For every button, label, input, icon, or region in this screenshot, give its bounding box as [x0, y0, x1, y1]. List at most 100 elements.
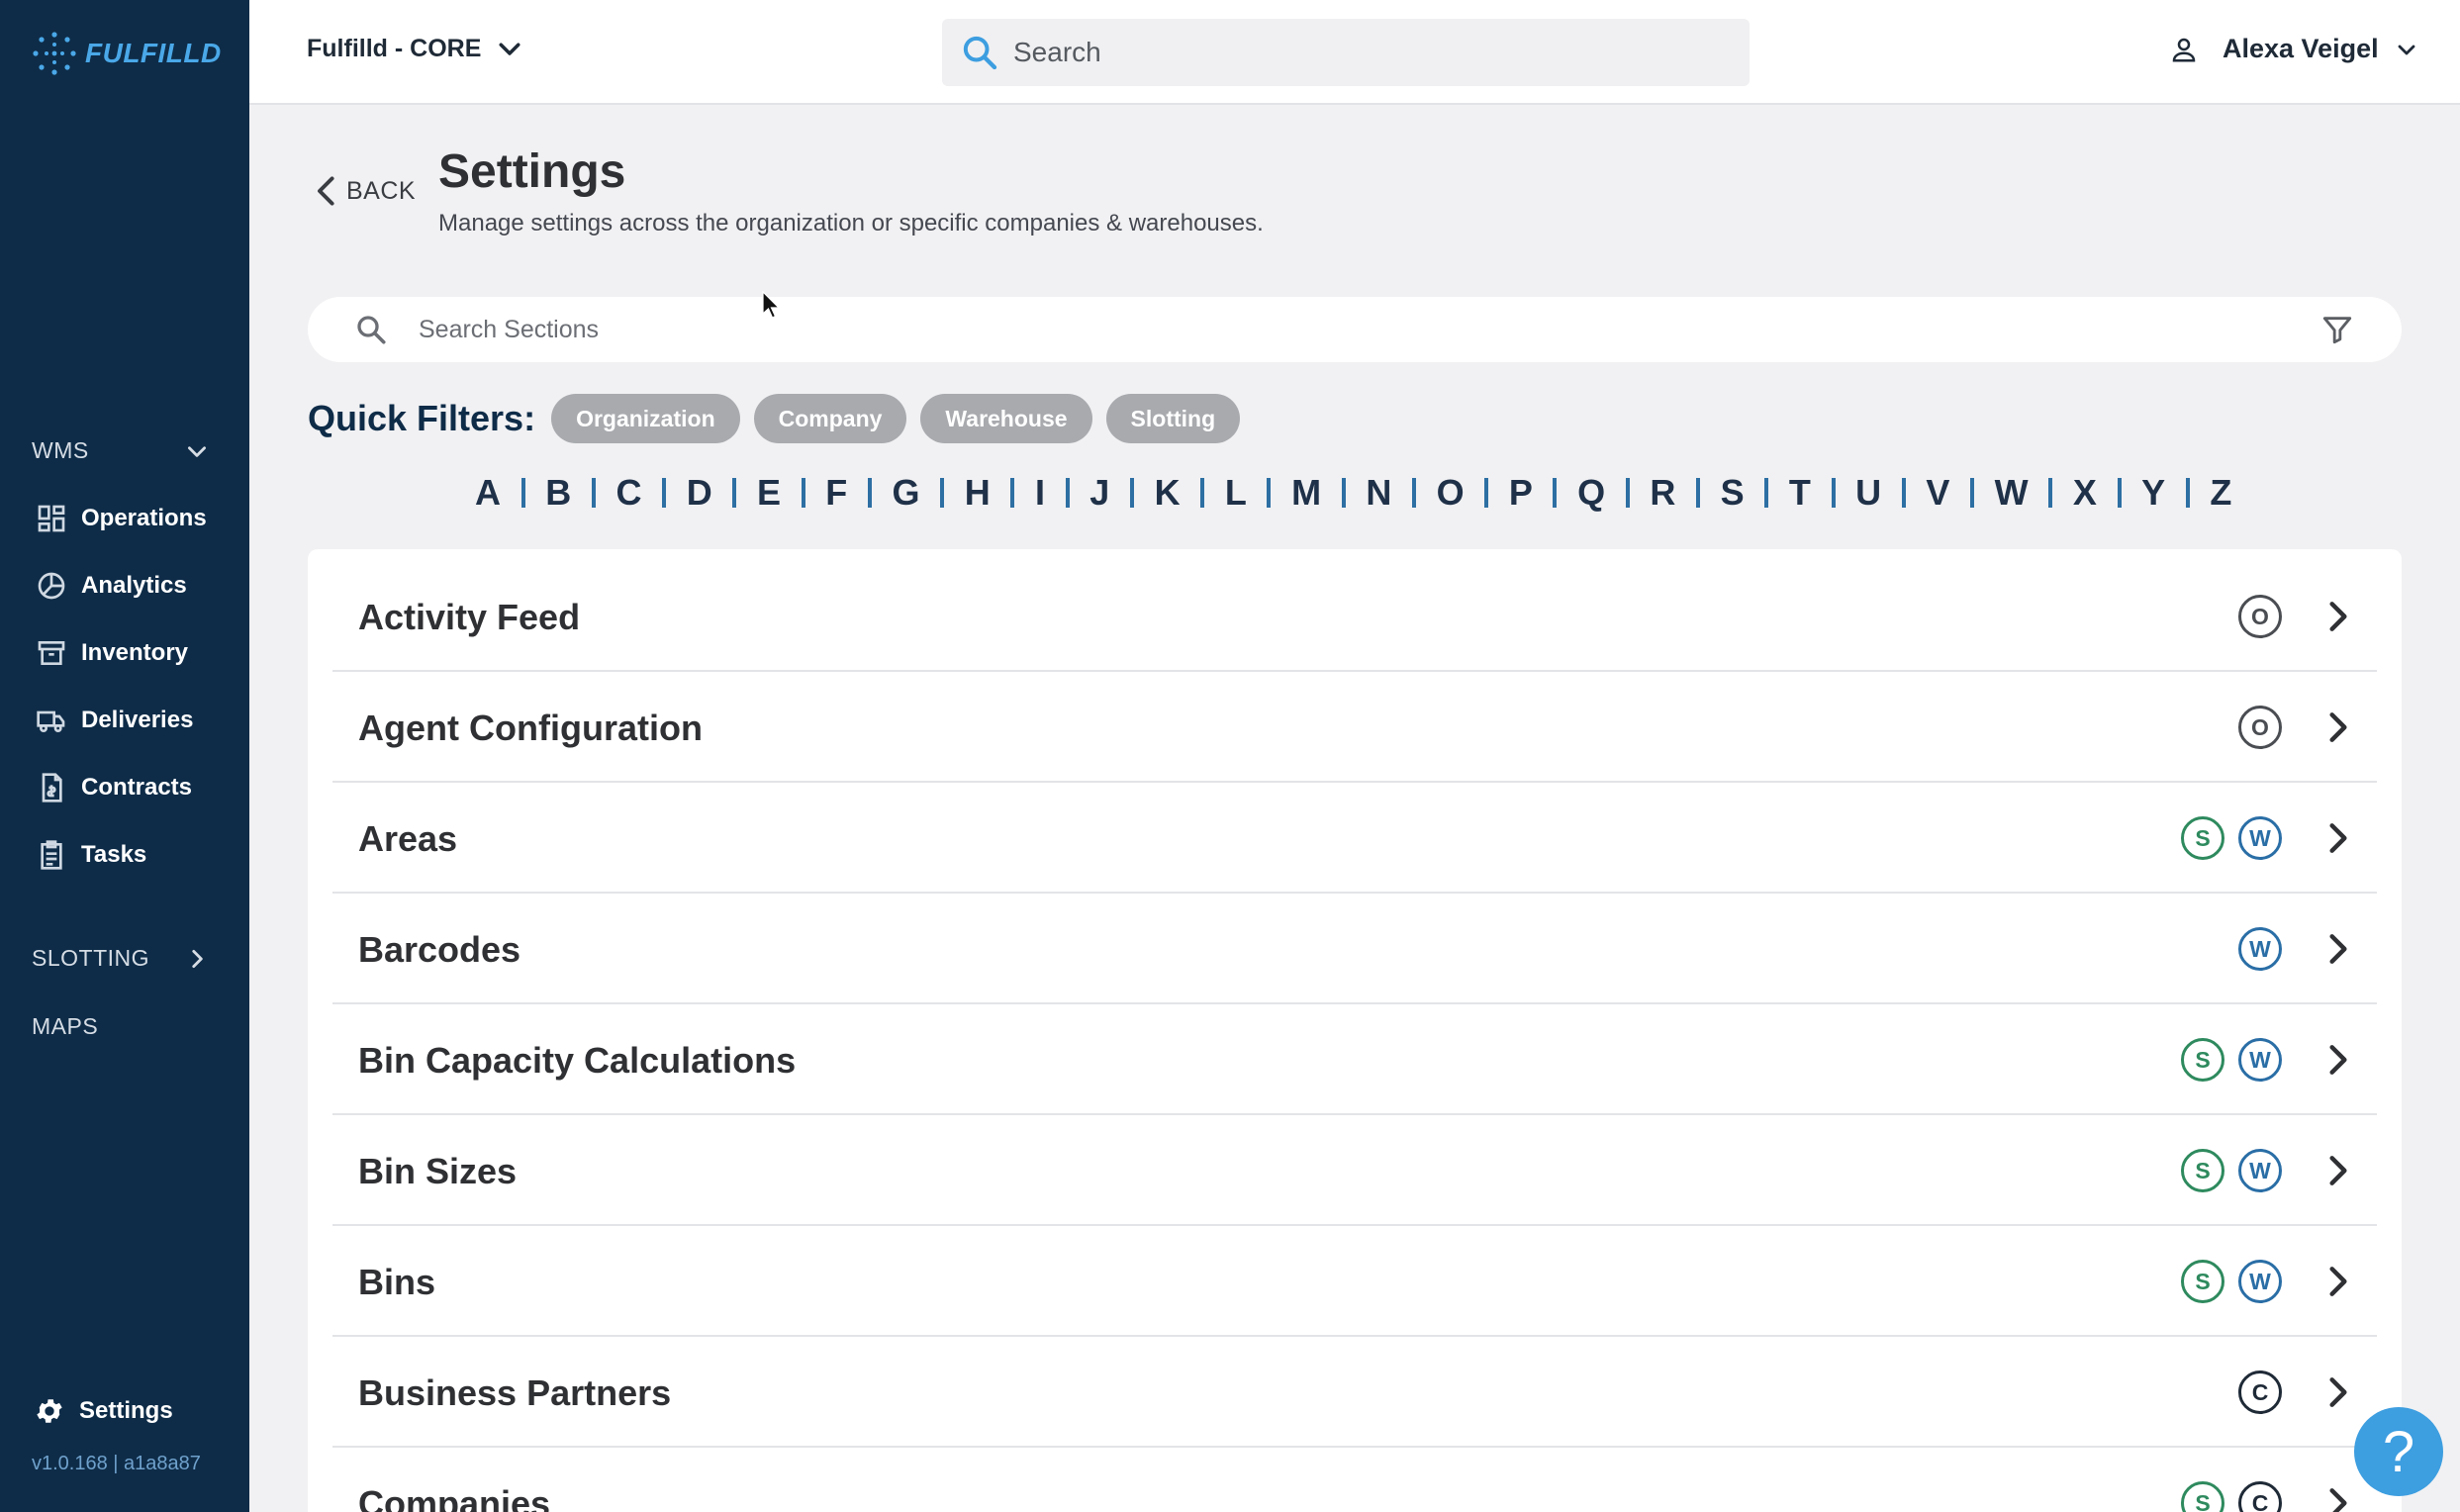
settings-sections-list: Activity Feed O Agent Configuration O Areas S… [308, 549, 2402, 1512]
chevron-down-icon [2398, 45, 2415, 54]
alpha-separator [520, 478, 525, 508]
alpha-letter-m[interactable]: M [1291, 472, 1321, 514]
alpha-letter-s[interactable]: S [1721, 472, 1745, 514]
section-row[interactable]: Barcodes W [332, 894, 2377, 1004]
filter-icon[interactable] [2320, 312, 2354, 347]
alpha-letter-e[interactable]: E [757, 472, 781, 514]
sidebar-item-inventory[interactable]: Inventory [36, 633, 188, 673]
alpha-separator [1696, 478, 1700, 508]
alpha-letter-h[interactable]: H [965, 472, 991, 514]
alpha-letter-d[interactable]: D [687, 472, 712, 514]
alpha-letter-g[interactable]: G [893, 472, 920, 514]
sidebar-section-wms[interactable]: WMS [32, 437, 206, 464]
chevron-right-icon [2329, 1377, 2347, 1407]
filter-chip-organization[interactable]: Organization [551, 394, 740, 443]
scope-badges: O [2224, 706, 2282, 749]
organization-selector-label: Fulfilld - CORE [307, 34, 482, 62]
back-button[interactable]: BACK [313, 174, 416, 208]
search-icon [963, 36, 997, 70]
alpha-separator [1411, 478, 1416, 508]
chevron-right-icon [2329, 712, 2347, 742]
chevron-down-icon [499, 43, 520, 55]
sidebar-item-deliveries[interactable]: Deliveries [36, 701, 193, 740]
global-search[interactable] [942, 19, 1750, 86]
alpha-separator [2185, 478, 2190, 508]
sidebar: FULFILLD WMS Operations Analytics Invent… [0, 0, 249, 1512]
sidebar-item-label: Inventory [81, 639, 189, 666]
alpha-letter-i[interactable]: I [1035, 472, 1045, 514]
alpha-letter-u[interactable]: U [1855, 472, 1881, 514]
alpha-letter-p[interactable]: P [1509, 472, 1533, 514]
section-row[interactable]: Areas S W [332, 783, 2377, 894]
global-search-input[interactable] [1013, 37, 1706, 68]
sidebar-item-operations[interactable]: Operations [36, 499, 207, 538]
alpha-separator [1901, 478, 1906, 508]
alpha-letter-c[interactable]: C [616, 472, 642, 514]
filter-chip-company[interactable]: Company [753, 394, 907, 443]
app-version: v1.0.168 | a1a8a87 [32, 1453, 201, 1474]
brand-logo[interactable]: FULFILLD [30, 28, 222, 79]
alpha-letter-n[interactable]: N [1366, 472, 1391, 514]
mouse-cursor-icon [762, 291, 780, 319]
brand-name: FULFILLD [85, 38, 222, 68]
section-row[interactable]: Companies S C [332, 1448, 2377, 1512]
sidebar-section-maps[interactable]: MAPS [32, 1013, 98, 1040]
sidebar-item-label: Contracts [81, 774, 193, 801]
sidebar-section-slotting[interactable]: SLOTTING [32, 945, 203, 972]
section-row-title: Bin Capacity Calculations [358, 1040, 797, 1081]
dashboard-icon [38, 505, 65, 532]
section-search-input[interactable] [419, 315, 2299, 344]
alpha-separator [1484, 478, 1489, 508]
section-row[interactable]: Bin Sizes S W [332, 1115, 2377, 1226]
section-search[interactable] [308, 297, 2402, 362]
section-row-title: Business Partners [358, 1372, 672, 1413]
section-row[interactable]: Bins S W [332, 1226, 2377, 1337]
help-button[interactable]: ? [2354, 1407, 2443, 1496]
scope-badge-o: O [2238, 706, 2282, 749]
sidebar-item-settings[interactable]: Settings [34, 1391, 173, 1431]
section-row[interactable]: Agent Configuration O [332, 672, 2377, 783]
scope-badge-s: S [2181, 1260, 2224, 1303]
pie-chart-icon [38, 572, 65, 600]
chevron-down-icon [188, 445, 206, 457]
filter-chip-warehouse[interactable]: Warehouse [920, 394, 1092, 443]
alpha-separator [1065, 478, 1070, 508]
alpha-letter-a[interactable]: A [475, 472, 501, 514]
alpha-letter-z[interactable]: Z [2210, 472, 2231, 514]
alpha-letter-l[interactable]: L [1225, 472, 1247, 514]
search-icon [357, 316, 386, 344]
alpha-separator [1831, 478, 1836, 508]
alpha-letter-q[interactable]: Q [1577, 472, 1605, 514]
alpha-letter-k[interactable]: K [1155, 472, 1181, 514]
sidebar-item-label: Settings [79, 1397, 173, 1424]
alpha-letter-f[interactable]: F [825, 472, 847, 514]
section-row[interactable]: Bin Capacity Calculations S W [332, 1004, 2377, 1115]
chevron-right-icon [2329, 1045, 2347, 1075]
alpha-letter-t[interactable]: T [1789, 472, 1811, 514]
alpha-letter-r[interactable]: R [1650, 472, 1675, 514]
scope-badges: O [2224, 595, 2282, 638]
page-title: Settings [438, 145, 626, 198]
alpha-letter-j[interactable]: J [1089, 472, 1109, 514]
alpha-letter-v[interactable]: V [1926, 472, 1949, 514]
filter-chip-slotting[interactable]: Slotting [1105, 394, 1241, 443]
section-row[interactable]: Business Partners C [332, 1337, 2377, 1448]
sidebar-item-tasks[interactable]: Tasks [36, 835, 146, 875]
alpha-separator [662, 478, 667, 508]
scope-badge-c: C [2238, 1370, 2282, 1414]
alpha-letter-y[interactable]: Y [2141, 472, 2165, 514]
sidebar-item-contracts[interactable]: Contracts [36, 768, 192, 807]
user-menu[interactable]: Alexa Veigel [2169, 34, 2418, 64]
alpha-letter-b[interactable]: B [545, 472, 571, 514]
alpha-letter-o[interactable]: O [1437, 472, 1465, 514]
section-row[interactable]: Activity Feed O [332, 561, 2377, 672]
sidebar-section-wms-label: WMS [32, 437, 89, 463]
alpha-letter-w[interactable]: W [1995, 472, 2029, 514]
page-subtitle: Manage settings across the organization … [438, 210, 1264, 236]
alpha-separator [940, 478, 945, 508]
sidebar-item-analytics[interactable]: Analytics [36, 566, 187, 606]
user-icon [2172, 38, 2196, 61]
organization-selector[interactable]: Fulfilld - CORE [307, 34, 524, 63]
alpha-letter-x[interactable]: X [2073, 472, 2097, 514]
alpha-separator [591, 478, 596, 508]
